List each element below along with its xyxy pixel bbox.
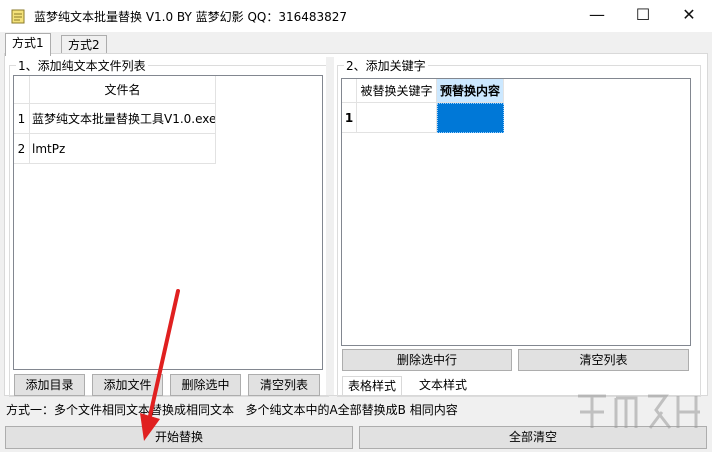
tab-mode1[interactable]: 方式1 xyxy=(5,33,51,56)
title-bar: 蓝梦纯文本批量替换 V1.0 BY 蓝梦幻影 QQ：316483827 — ☐ … xyxy=(0,0,712,32)
minimize-button[interactable]: — xyxy=(574,0,620,32)
row-header: 1 xyxy=(342,103,357,133)
tab-pane-mode1: 1、添加纯文本文件列表 文件名 1 蓝梦纯文本批量替换工具V1.0.exe 2 … xyxy=(4,53,708,397)
start-replace-button[interactable]: 开始替换 xyxy=(5,426,353,449)
close-button[interactable]: ✕ xyxy=(666,0,712,32)
column-header-filename-label: 文件名 xyxy=(104,83,141,97)
table-cell-keyword[interactable] xyxy=(357,103,437,133)
add-directory-button[interactable]: 添加目录 xyxy=(14,374,85,396)
mode-description: 方式一：多个文件相同文本替换成相同文本 多个纯文本中的A全部替换成B 相同内容 xyxy=(6,403,458,417)
delete-selected-row-label: 删除选中行 xyxy=(396,353,457,367)
row-index: 1 xyxy=(344,111,354,125)
maximize-button[interactable]: ☐ xyxy=(620,0,666,32)
file-list-grid[interactable]: 文件名 1 蓝梦纯文本批量替换工具V1.0.exe 2 lmtPz xyxy=(13,75,323,370)
column-header-replacement[interactable]: 预替换内容 xyxy=(437,79,504,103)
subtab-text-style-label: 文本样式 xyxy=(419,378,468,392)
row-header: 1 xyxy=(14,104,30,134)
subtab-text-style[interactable]: 文本样式 xyxy=(414,376,472,395)
table-cell-filename[interactable]: 蓝梦纯文本批量替换工具V1.0.exe xyxy=(30,104,216,134)
table-cell-filename[interactable]: lmtPz xyxy=(30,134,216,164)
delete-selected-label: 删除选中 xyxy=(181,378,230,392)
column-header-keyword-label: 被替换关键字 xyxy=(360,84,433,98)
clear-all-label: 全部清空 xyxy=(508,430,557,444)
keyword-grid[interactable]: 被替换关键字 预替换内容 1 xyxy=(341,78,691,346)
subtab-table-style[interactable]: 表格样式 xyxy=(342,376,403,395)
filename-text: 蓝梦纯文本批量替换工具V1.0.exe xyxy=(32,112,216,126)
close-icon: ✕ xyxy=(682,5,696,24)
delete-selected-button[interactable]: 删除选中 xyxy=(170,374,241,396)
clear-list-button[interactable]: 清空列表 xyxy=(248,374,320,396)
tab-mode2-label: 方式2 xyxy=(68,38,100,52)
clear-keywords-label: 清空列表 xyxy=(579,353,628,367)
keyword-group-title: 2、添加关键字 xyxy=(344,57,428,74)
window-title: 蓝梦纯文本批量替换 V1.0 BY 蓝梦幻影 QQ：316483827 xyxy=(34,10,348,24)
grid-corner xyxy=(342,79,357,103)
clear-list-label: 清空列表 xyxy=(259,378,308,392)
row-header: 2 xyxy=(14,134,30,164)
row-index: 2 xyxy=(17,142,26,156)
column-header-replacement-label: 预替换内容 xyxy=(439,84,500,98)
maximize-icon: ☐ xyxy=(635,5,651,24)
subtab-table-style-label: 表格样式 xyxy=(348,379,397,393)
column-header-keyword[interactable]: 被替换关键字 xyxy=(357,79,437,103)
splitter[interactable] xyxy=(326,57,334,395)
add-file-label: 添加文件 xyxy=(103,378,152,392)
add-file-button[interactable]: 添加文件 xyxy=(92,374,163,396)
app-icon xyxy=(11,9,25,24)
tab-mode1-label: 方式1 xyxy=(12,36,44,50)
row-index: 1 xyxy=(17,112,26,126)
clear-keywords-button[interactable]: 清空列表 xyxy=(518,349,689,371)
watermark-logo xyxy=(578,394,700,429)
column-header-filename[interactable]: 文件名 xyxy=(30,76,216,104)
delete-selected-row-button[interactable]: 删除选中行 xyxy=(342,349,512,371)
minimize-icon: — xyxy=(589,5,605,24)
filename-text: lmtPz xyxy=(32,142,66,156)
table-cell-replacement-selected[interactable] xyxy=(437,103,504,133)
add-directory-label: 添加目录 xyxy=(25,378,74,392)
file-list-group-title: 1、添加纯文本文件列表 xyxy=(16,57,148,74)
start-replace-label: 开始替换 xyxy=(154,430,203,444)
grid-corner xyxy=(14,76,30,104)
